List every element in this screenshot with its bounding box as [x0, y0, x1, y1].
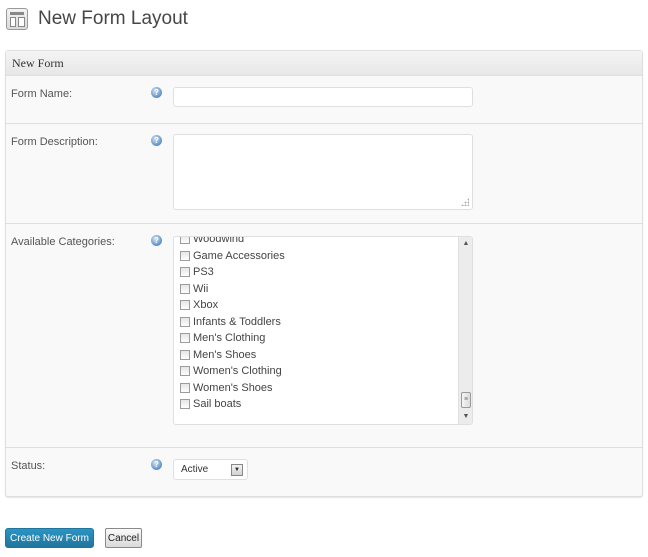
category-checkbox[interactable]: [180, 333, 190, 344]
category-item[interactable]: Men's Shoes: [180, 347, 454, 364]
layout-icon: [6, 8, 28, 30]
category-item[interactable]: Woodwind: [180, 236, 454, 248]
category-label: Wii: [193, 282, 209, 295]
category-item[interactable]: Game Accessories: [180, 248, 454, 265]
category-label: Women's Shoes: [193, 381, 273, 394]
status-select[interactable]: Active ▼: [173, 459, 248, 480]
category-checkbox[interactable]: [180, 382, 190, 393]
status-row: Status: ? Active ▼: [6, 448, 642, 496]
category-checkbox[interactable]: [180, 366, 190, 377]
category-checkbox[interactable]: [180, 267, 190, 278]
categories-list-box[interactable]: Woodwind Game Accessories PS3 Wii Xbox Infant…: [173, 236, 473, 425]
help-icon[interactable]: ?: [151, 135, 162, 146]
category-label: Men's Shoes: [193, 348, 257, 361]
categories-list: Woodwind Game Accessories PS3 Wii Xbox Infant…: [180, 236, 454, 413]
form-name-input[interactable]: [173, 87, 473, 107]
category-item[interactable]: PS3: [180, 264, 454, 281]
category-checkbox[interactable]: [180, 283, 190, 294]
help-icon[interactable]: ?: [151, 235, 162, 246]
form-name-label: Form Name:: [11, 88, 73, 100]
panel-header: New Form: [6, 51, 642, 76]
category-checkbox[interactable]: [180, 237, 190, 245]
panel-title: New Form: [12, 55, 64, 70]
chevron-down-icon[interactable]: ▼: [231, 464, 243, 476]
category-item[interactable]: Xbox: [180, 297, 454, 314]
scroll-thumb[interactable]: ≡: [461, 392, 471, 408]
categories-scrollbar[interactable]: ▲ ≡ ▼: [458, 237, 472, 424]
form-name-row: Form Name: ?: [6, 76, 642, 124]
scroll-up-icon[interactable]: ▲: [459, 237, 472, 251]
category-item[interactable]: Sail boats: [180, 396, 454, 413]
category-item[interactable]: Women's Shoes: [180, 380, 454, 397]
category-label: Women's Clothing: [193, 365, 282, 378]
help-icon[interactable]: ?: [151, 87, 162, 98]
category-item[interactable]: Infants & Toddlers: [180, 314, 454, 331]
form-description-textarea[interactable]: [173, 134, 473, 210]
category-item[interactable]: Men's Clothing: [180, 330, 454, 347]
status-selected-value: Active: [181, 464, 209, 475]
new-form-panel: New Form Form Name: ? Form Description: …: [5, 50, 643, 497]
form-description-row: Form Description: ?: [6, 124, 642, 224]
category-checkbox[interactable]: [180, 399, 190, 410]
cancel-button[interactable]: Cancel: [105, 528, 142, 548]
create-new-form-button[interactable]: Create New Form: [5, 528, 94, 548]
category-label: Game Accessories: [193, 249, 285, 262]
page-title: New Form Layout: [38, 8, 188, 29]
category-label: Sail boats: [193, 398, 242, 411]
category-label: Xbox: [193, 299, 219, 312]
scroll-down-icon[interactable]: ▼: [459, 410, 472, 424]
category-item[interactable]: Women's Clothing: [180, 363, 454, 380]
category-checkbox[interactable]: [180, 250, 190, 261]
category-label: Infants & Toddlers: [193, 315, 281, 328]
category-checkbox[interactable]: [180, 300, 190, 311]
help-icon[interactable]: ?: [151, 459, 162, 470]
resize-grip-icon[interactable]: [461, 198, 469, 206]
page-header: New Form Layout: [6, 6, 188, 32]
category-checkbox[interactable]: [180, 349, 190, 360]
available-categories-label: Available Categories:: [11, 236, 115, 248]
available-categories-row: Available Categories: ? Woodwind Game Acc…: [6, 224, 642, 448]
form-description-label: Form Description:: [11, 136, 98, 148]
category-label: Men's Clothing: [193, 332, 266, 345]
category-item[interactable]: Wii: [180, 281, 454, 298]
category-checkbox[interactable]: [180, 316, 190, 327]
category-label: PS3: [193, 266, 214, 279]
category-label: Woodwind: [193, 236, 245, 246]
status-label: Status:: [11, 460, 46, 472]
